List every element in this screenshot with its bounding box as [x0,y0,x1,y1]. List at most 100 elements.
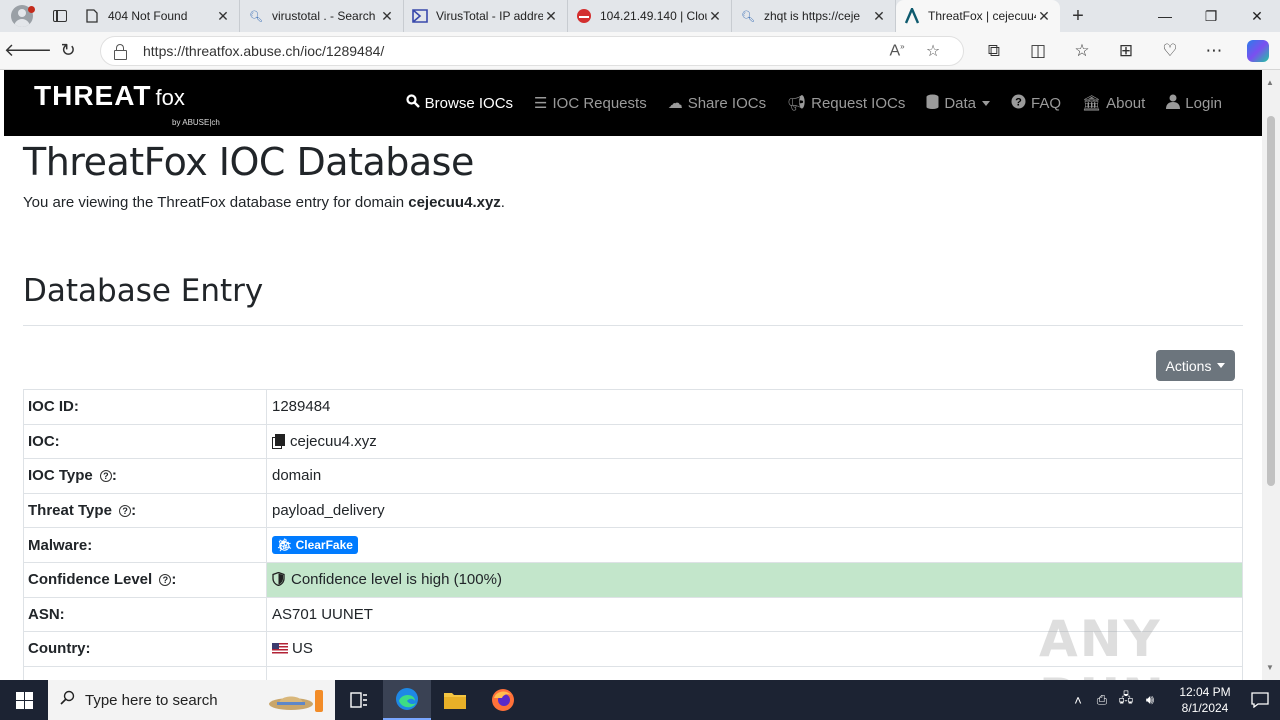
list-icon: ☰ [534,95,548,112]
volume-icon[interactable]: 🔊︎ [1138,692,1162,708]
browser-tab-1[interactable]: 404 Not Found ✕ [76,0,240,32]
performance-icon[interactable]: ♡ [1148,35,1192,67]
edge-taskbar-icon[interactable] [383,680,431,720]
tab-title: zhqt is https://ceje [764,9,861,23]
scrollbar-thumb[interactable] [1267,116,1275,486]
help-icon[interactable]: ? [119,505,132,518]
lock-icon [113,44,127,60]
browser-tab-6-active[interactable]: ThreatFox | cejecuu4 ✕ [896,0,1060,32]
system-tray: ˄ ⎙ 🖧︎ 🔊︎ 12:04 PM 8/1/2024 [1066,680,1280,720]
chevron-up-icon[interactable]: ˄ [1066,693,1090,708]
lead-text: You are viewing the ThreatFox database e… [23,194,409,211]
close-tab-icon[interactable]: ✕ [543,8,559,25]
table-row: Threat Type ?: payload_delivery [23,492,1243,529]
user-icon [1166,94,1181,113]
refresh-button[interactable]: ↻ [48,35,88,67]
ioc-value: cejecuu4.xyz [290,432,377,450]
new-tab-button[interactable]: + [1060,0,1096,32]
favorite-star-icon[interactable]: ☆ [915,41,951,61]
clock[interactable]: 12:04 PM 8/1/2024 [1170,684,1240,716]
page-scrollbar[interactable]: ▲ ▼ [1262,70,1280,680]
extensions-icon[interactable]: ⧉ [972,35,1016,67]
network-icon[interactable]: 🖧︎ [1114,689,1138,711]
minimize-icon[interactable]: — [1142,0,1188,32]
nav-label: About [1106,94,1146,112]
scroll-down-icon[interactable]: ▼ [1266,663,1274,672]
ioc-value-cell: cejecuu4.xyz [266,423,1243,460]
shield-icon [272,572,285,587]
web-page: THREAT fox by ABUSE|ch Browse IOCs ☰ IOC … [4,70,1262,680]
page-lead: You are viewing the ThreatFox database e… [23,194,505,211]
favorites-icon[interactable]: ☆ [1060,35,1104,67]
nav-request-iocs[interactable]: 📢︎ Request IOCs [787,94,905,113]
nav-label: Login [1185,94,1222,112]
profile-button[interactable] [0,0,44,32]
close-tab-icon[interactable]: ✕ [379,8,395,25]
nav-about[interactable]: 🏛︎ About [1082,94,1146,113]
table-row: Confidence Level ?: Confidence level is … [23,561,1243,598]
close-tab-icon[interactable]: ✕ [215,8,231,25]
bullhorn-icon: 📢︎ [787,95,807,112]
help-icon[interactable]: ? [99,470,112,483]
task-view-button[interactable] [335,680,383,720]
nav-label: IOC Requests [552,94,647,112]
nav-browse-iocs[interactable]: Browse IOCs [406,94,513,112]
row-label: IOC: [23,423,267,460]
copilot-icon[interactable] [1236,35,1280,67]
row-label: Country: [23,631,267,667]
malware-badge[interactable]: 🐞︎ ClearFake [272,536,358,555]
firefox-icon[interactable] [479,680,527,720]
browser-tab-3[interactable]: VirusTotal - IP address ✕ [404,0,568,32]
threatfox-icon [904,8,920,24]
more-menu-icon[interactable]: ⋯ [1192,35,1236,67]
cloud-upload-icon: ☁ [667,95,683,112]
meet-now-icon[interactable]: ⎙ [1090,692,1114,708]
clock-time: 12:04 PM [1179,685,1231,699]
confidence-value-cell: Confidence level is high (100%) [266,561,1243,598]
taskbar-search-box[interactable]: Type here to search [48,680,335,720]
lead-domain: cejecuu4.xyz [408,194,501,211]
row-label: ASN: [23,596,267,633]
windows-taskbar: Type here to search ˄ ⎙ 🖧︎ 🔊︎ 12:04 PM 8… [0,680,1280,720]
copy-icon[interactable] [272,433,285,449]
collections-icon[interactable]: ⊞ [1104,35,1148,67]
close-tab-icon[interactable]: ✕ [707,8,723,25]
windows-start-button[interactable] [0,680,48,720]
tab-title: 404 Not Found [108,9,188,23]
url-field[interactable]: https://threatfox.abuse.ch/ioc/1289484/ … [100,36,964,66]
row-label-cell: IOC Type ?: [23,458,267,494]
page-title: ThreatFox IOC Database [23,140,474,184]
nav-links: Browse IOCs ☰ IOC Requests ☁ Share IOCs … [385,70,1222,136]
actions-dropdown-button[interactable]: Actions [1156,350,1235,381]
back-button[interactable]: 🡐 [4,35,52,67]
close-window-icon[interactable]: ✕ [1234,0,1280,32]
browser-tab-4[interactable]: 104.21.49.140 | Cloudflare ✕ [568,0,732,32]
nav-login[interactable]: Login [1166,94,1222,113]
nav-faq[interactable]: ? FAQ [1011,94,1061,113]
notification-icon[interactable] [1240,692,1280,708]
scroll-up-icon[interactable]: ▲ [1266,78,1274,87]
confidence-value: Confidence level is high (100%) [291,571,502,589]
browser-tab-bar: 404 Not Found ✕ 🔍︎ virustotal . - Search… [0,0,1280,32]
close-tab-icon[interactable]: ✕ [871,8,887,25]
browser-tab-2[interactable]: 🔍︎ virustotal . - Search ✕ [240,0,404,32]
nav-share-iocs[interactable]: ☁ Share IOCs [667,94,766,113]
read-aloud-icon[interactable]: A» [879,42,915,60]
row-label: IOC ID: [23,389,267,425]
threatfox-logo[interactable]: THREAT fox by ABUSE|ch [34,80,220,127]
logo-subtext: fox [155,85,185,110]
notification-dot [28,6,35,13]
split-screen-icon[interactable]: ◫ [1016,35,1060,67]
help-icon[interactable]: ? [159,574,172,587]
row-label-cell: Threat Type ?: [23,492,267,529]
restore-icon[interactable]: ❐ [1188,0,1234,32]
nav-ioc-requests[interactable]: ☰ IOC Requests [534,94,647,113]
tab-actions-button[interactable] [44,0,76,32]
file-explorer-icon[interactable] [431,680,479,720]
building-icon: 🏛︎ [1082,95,1102,112]
actions-label: Actions [1165,357,1212,374]
nav-data-dropdown[interactable]: Data [926,94,991,113]
browser-tab-5[interactable]: 🔍︎ zhqt is https://ceje ✕ [732,0,896,32]
close-tab-icon[interactable]: ✕ [1036,8,1052,25]
table-row: Malware: 🐞︎ ClearFake [23,527,1243,563]
